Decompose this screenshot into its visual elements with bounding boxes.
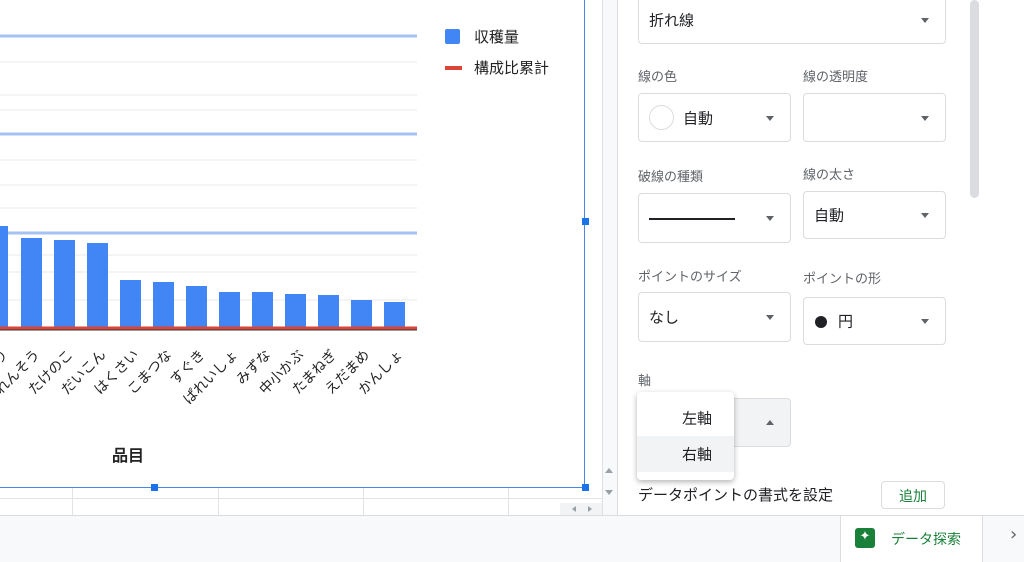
chevron-down-icon — [921, 18, 929, 23]
sheet-vertical-scrollbar[interactable] — [602, 0, 617, 515]
chevron-up-icon — [766, 420, 774, 425]
add-button-label: 追加 — [899, 489, 927, 505]
dash-type-label: 破線の種類 — [638, 170, 704, 185]
resize-handle-bottom[interactable] — [151, 484, 158, 491]
add-button[interactable]: 追加 — [881, 481, 945, 509]
scroll-right-icon[interactable] — [588, 506, 592, 512]
dash-type-select[interactable] — [638, 193, 791, 243]
point-size-label: ポイントのサイズ — [638, 270, 742, 285]
bar[interactable] — [54, 240, 75, 330]
menu-item-left-axis[interactable]: 左軸 — [637, 400, 734, 436]
menu-item-label: 右軸 — [682, 445, 713, 464]
chevron-down-icon — [766, 315, 774, 320]
bar[interactable] — [219, 292, 240, 330]
bar[interactable] — [351, 300, 372, 330]
legend-label-harvest: 収穫量 — [474, 28, 520, 46]
line-color-select[interactable]: 自動 — [638, 93, 791, 142]
point-size-select[interactable]: なし — [638, 292, 791, 342]
axis-dropdown-menu: 左軸 右軸 — [637, 392, 734, 480]
bar[interactable] — [87, 243, 108, 330]
datapoint-format-label: データポイントの書式を設定 — [638, 486, 834, 504]
line-width-value: 自動 — [814, 206, 845, 225]
panel-scrollbar-thumb[interactable] — [970, 0, 979, 198]
resize-handle-corner[interactable] — [582, 484, 589, 491]
line-color-value: 自動 — [683, 109, 714, 127]
line-opacity-label: 線の透明度 — [803, 70, 869, 85]
bar[interactable] — [318, 295, 339, 330]
bar[interactable] — [384, 302, 405, 330]
line-opacity-select[interactable] — [803, 93, 946, 142]
point-shape-label: ポイントの形 — [803, 272, 882, 287]
chevron-down-icon — [766, 115, 774, 121]
chevron-down-icon — [921, 213, 929, 218]
menu-item-right-axis[interactable]: 右軸 — [637, 436, 734, 472]
bottom-bar: ✦ データ探索 › — [0, 515, 1024, 562]
explore-button[interactable]: ✦ データ探索 — [840, 516, 983, 562]
line-color-label: 線の色 — [638, 70, 678, 85]
solid-line-icon — [649, 218, 735, 220]
resize-handle-right[interactable] — [582, 218, 589, 225]
chevron-down-icon — [921, 115, 929, 121]
bar[interactable] — [285, 294, 306, 330]
chart-type-value: 折れ線 — [649, 11, 695, 30]
sheet-horizontal-scrollbar[interactable] — [560, 503, 602, 515]
chart-type-select[interactable]: 折れ線 — [638, 0, 946, 44]
bar[interactable] — [153, 282, 174, 330]
chevron-down-icon — [766, 216, 774, 221]
color-swatch-icon — [649, 105, 674, 130]
chart-editor-panel: 折れ線 線の色 線の透明度 自動 破線の種類 線の太さ 自動 ポイントのサイズ … — [617, 0, 985, 515]
bar-partial[interactable] — [0, 226, 8, 330]
point-size-value: なし — [649, 308, 680, 327]
scroll-up-icon[interactable] — [605, 468, 613, 473]
x-axis-title: 品目 — [112, 446, 145, 465]
bar[interactable] — [21, 238, 42, 330]
line-width-select[interactable]: 自動 — [803, 191, 946, 239]
scroll-left-icon[interactable] — [572, 506, 576, 512]
chart-area[interactable]: 収穫量 構成比累計 りほうれんそう たけのこ だいこん はくさい こまつな すぐき ぱれいし… — [0, 0, 589, 491]
chevron-right-icon[interactable]: › — [1010, 524, 1017, 545]
menu-item-label: 左軸 — [682, 409, 713, 428]
circle-icon — [815, 316, 827, 328]
bar[interactable] — [120, 280, 141, 330]
point-shape-value: 円 — [838, 312, 854, 331]
explore-icon: ✦ — [855, 528, 875, 548]
line-width-label: 線の太さ — [803, 168, 856, 183]
scroll-down-icon[interactable] — [605, 490, 613, 495]
legend-swatch-harvest — [445, 29, 460, 44]
chevron-down-icon — [921, 319, 929, 324]
point-shape-select[interactable]: 円 — [803, 297, 946, 345]
bar[interactable] — [252, 292, 273, 330]
legend-swatch-cumulative — [445, 66, 462, 70]
legend-label-cumulative: 構成比累計 — [474, 59, 550, 77]
explore-label: データ探索 — [891, 532, 961, 548]
axis-label: 軸 — [638, 374, 652, 389]
bar[interactable] — [186, 286, 207, 330]
